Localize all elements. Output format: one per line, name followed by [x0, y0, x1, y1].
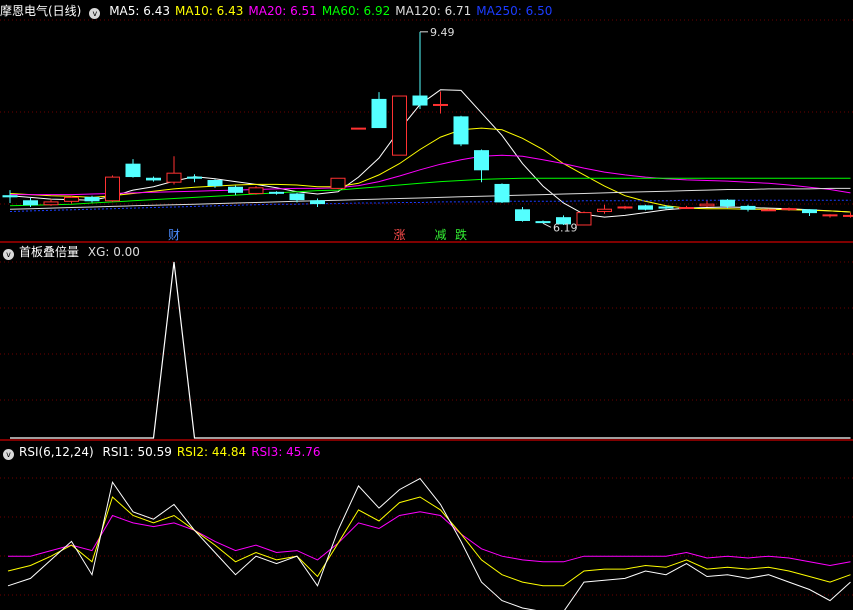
- candle-body: [43, 201, 59, 206]
- xg-legend: XG: 0.00: [88, 245, 145, 259]
- event-marker: 财: [168, 228, 180, 242]
- candle-body: [781, 208, 797, 211]
- candle-body: [228, 186, 243, 193]
- volume-panel-header: v 首板叠倍量 XG: 0.00: [0, 244, 150, 260]
- candle-body: [64, 196, 79, 202]
- candle-body: [638, 205, 653, 210]
- ma-legend: MA5: 6.43 MA10: 6.43 MA20: 6.51 MA60: 6.92 M…: [109, 4, 557, 18]
- candle-body: [371, 98, 387, 129]
- candle-body: [84, 196, 100, 202]
- chart-canvas[interactable]: 9.49 6.19 财 涨 减跌: [0, 0, 853, 610]
- candle-body: [453, 116, 469, 145]
- candle-body: [248, 187, 264, 194]
- candle-body: [576, 212, 592, 226]
- event-marker: 跌: [455, 227, 467, 242]
- legend-xg-value: XG: 0.00: [87, 245, 140, 259]
- event-marker: 涨: [394, 227, 406, 242]
- rsi-panel-header: v RSI(6,12,24) RSI1: 50.59 RSI2: 44.84 RSI3…: [0, 444, 331, 460]
- rsi-panel-title: RSI(6,12,24): [19, 445, 94, 459]
- chevron-down-icon[interactable]: v: [89, 8, 101, 19]
- legend-rsi1-value: RSI1: 50.59: [102, 445, 172, 459]
- legend-ma60-value: MA60: 6.92: [321, 4, 391, 18]
- candle-body: [740, 205, 756, 210]
- candle-body: [597, 208, 612, 212]
- candle-body: [433, 103, 448, 106]
- candle-body: [105, 176, 120, 202]
- candle-body: [699, 203, 715, 207]
- candle-body: [720, 199, 735, 207]
- candle-body: [269, 191, 284, 194]
- candle-body: [843, 214, 853, 217]
- rsi3-line: [8, 511, 851, 567]
- candle-body: [412, 95, 428, 106]
- candle-body: [474, 150, 489, 171]
- candle-body: [125, 163, 141, 178]
- candle-body: [494, 183, 510, 203]
- legend-ma250-value: MA250: 6.50: [476, 4, 553, 18]
- legend-rsi3-value: RSI3: 45.76: [251, 445, 321, 459]
- candle-body: [658, 206, 674, 209]
- rsi2-line: [7, 496, 851, 587]
- rsi1-line: [7, 477, 851, 610]
- candle-body: [392, 95, 407, 156]
- main-panel-header: 摩恩电气(日线) v MA5: 6.43 MA10: 6.43 MA20: 6.51 M…: [0, 3, 562, 19]
- legend-ma10-value: MA10: 6.43: [174, 4, 244, 18]
- legend-ma20-value: MA20: 6.51: [248, 4, 317, 18]
- candle-body: [679, 207, 694, 210]
- candle-body: [207, 180, 223, 187]
- xg-line: [10, 261, 851, 439]
- candle-body: [535, 221, 551, 224]
- legend-ma120-value: MA120: 6.71: [395, 4, 472, 18]
- candle-body: [330, 177, 346, 189]
- legend-rsi2-value: RSI2: 44.84: [176, 445, 247, 459]
- candle-body: [802, 209, 817, 214]
- rsi-legend: RSI1: 50.59 RSI2: 44.84 RSI3: 45.76: [103, 445, 326, 459]
- price-annotation: 6.19: [553, 221, 578, 234]
- legend-ma5-value: MA5: 6.43: [109, 4, 170, 18]
- event-marker: 减: [435, 228, 447, 242]
- candle-body: [761, 209, 776, 212]
- candle-body: [146, 177, 161, 181]
- candle-body: [2, 195, 18, 198]
- price-annotation: 9.49: [430, 26, 455, 39]
- chevron-down-icon[interactable]: v: [3, 449, 14, 460]
- candle-body: [617, 206, 633, 209]
- volume-panel-title: 首板叠倍量: [19, 245, 80, 259]
- candle-body: [351, 127, 366, 130]
- candle-body: [23, 200, 38, 206]
- candle-body: [187, 176, 202, 179]
- price-pointer: [542, 222, 552, 228]
- chevron-down-icon[interactable]: v: [3, 249, 14, 260]
- candle-body: [166, 172, 182, 183]
- candle-body: [822, 214, 838, 217]
- candle-body: [515, 209, 530, 221]
- main-panel-title: 摩恩电气(日线): [0, 4, 82, 18]
- candle-body: [289, 193, 305, 201]
- candle-body: [310, 200, 325, 205]
